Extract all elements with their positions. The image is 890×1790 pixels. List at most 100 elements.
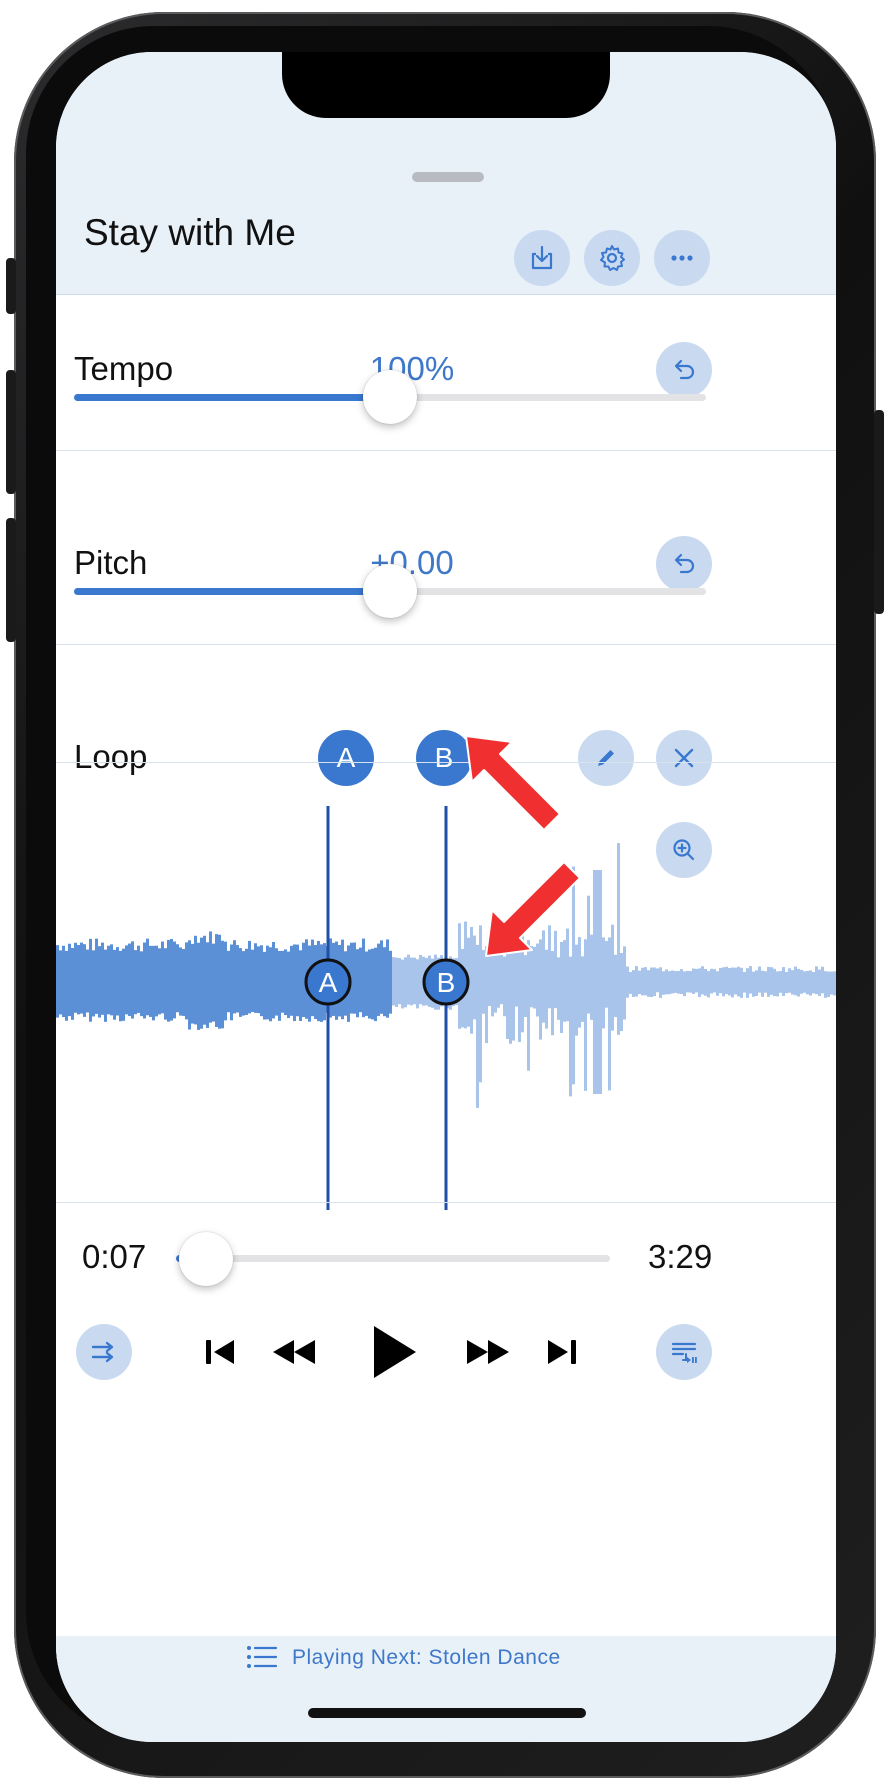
waveform-bar	[650, 967, 653, 998]
pitch-reset-button[interactable]	[656, 536, 712, 592]
rewind-icon[interactable]	[270, 1334, 318, 1370]
waveform-bar	[59, 950, 62, 1015]
waveform-bar	[770, 967, 773, 995]
waveform-bar	[698, 968, 701, 998]
volume-down-button	[6, 518, 16, 642]
waveform-bar	[113, 949, 116, 1020]
waveform-bar	[158, 948, 161, 1015]
waveform-bar	[86, 949, 89, 1013]
waveform-bar	[797, 968, 800, 997]
waveform-bar	[551, 951, 554, 1036]
waveform-bar	[803, 971, 806, 993]
fast-forward-icon[interactable]	[464, 1334, 512, 1370]
waveform-bar	[749, 966, 752, 994]
edit-loop-button[interactable]	[578, 730, 634, 786]
pencil-icon	[598, 750, 614, 766]
waveform-bar	[68, 943, 71, 1017]
waveform-bar	[395, 957, 398, 1008]
download-button[interactable]	[514, 230, 570, 286]
waveform-bar	[641, 967, 644, 996]
waveform-bar	[107, 945, 110, 1015]
zoom-in-icon	[673, 839, 695, 861]
waveform-bar	[122, 948, 125, 1021]
more-button[interactable]	[654, 230, 710, 286]
more-icon	[671, 255, 693, 261]
queue-button[interactable]	[656, 1324, 712, 1380]
waveform-bar	[671, 970, 674, 994]
clear-loop-button[interactable]	[656, 730, 712, 786]
download-icon	[531, 245, 553, 270]
waveform-bar	[683, 971, 686, 997]
playing-next-bar[interactable]: Playing Next: Stolen Dance	[56, 1636, 836, 1742]
waveform-bar	[716, 971, 719, 996]
waveform-bar	[815, 966, 818, 995]
settings-button[interactable]	[584, 230, 640, 286]
waveform-bar	[710, 968, 713, 994]
waveform-bar	[215, 934, 218, 1027]
play-icon[interactable]	[368, 1322, 420, 1382]
undo-icon	[674, 359, 695, 380]
waveform-bar	[233, 940, 236, 1014]
waveform-bar	[167, 939, 170, 1022]
waveform-bar	[164, 948, 167, 1020]
waveform-bar	[608, 937, 611, 1091]
volume-up-button	[6, 370, 16, 494]
sheet-drag-handle[interactable]	[412, 172, 484, 182]
progress-track[interactable]	[176, 1255, 610, 1262]
waveform-bar	[665, 969, 668, 995]
waveform-bar	[209, 931, 212, 1023]
waveform-bar	[83, 944, 86, 1017]
waveform-bar	[254, 943, 257, 1013]
waveform-bar	[170, 939, 173, 1021]
waveform-bar	[125, 945, 128, 1015]
waveform-bar	[557, 957, 560, 1020]
elapsed-time: 0:07	[82, 1238, 147, 1275]
waveform-bar	[731, 967, 734, 998]
shuffle-button[interactable]	[76, 1324, 132, 1380]
waveform-bar	[656, 968, 659, 993]
notch	[282, 52, 610, 118]
waveform-bar	[638, 970, 641, 995]
progress-thumb[interactable]	[179, 1232, 234, 1286]
waveform-bar	[182, 948, 185, 1016]
waveform-bar	[269, 947, 272, 1022]
waveform-bar	[779, 971, 782, 993]
home-indicator[interactable]	[308, 1708, 586, 1718]
waveform-bar	[659, 967, 662, 998]
waveform-bar	[218, 934, 221, 1029]
waveform-bar	[260, 945, 263, 1017]
close-icon	[674, 748, 694, 768]
waveform-bar	[95, 938, 98, 1014]
waveform-bar	[719, 968, 722, 994]
list-icon	[247, 1646, 278, 1668]
zoom-in-button[interactable]	[656, 822, 712, 878]
waveform-bar	[227, 950, 230, 1013]
waveform-bar	[689, 971, 692, 993]
waveform-bar	[257, 946, 260, 1014]
waveform-bar	[419, 954, 422, 1005]
waveform-bar	[356, 949, 359, 1018]
waveform-bar	[131, 941, 134, 1019]
waveform-bar	[821, 966, 824, 994]
loop-a-marker[interactable]: A	[304, 958, 352, 1006]
tempo-slider-thumb[interactable]	[363, 370, 417, 424]
tempo-label: Tempo	[74, 350, 174, 387]
waveform-bar	[752, 971, 755, 997]
skip-back-icon[interactable]	[202, 1334, 238, 1370]
waveform-bar	[806, 970, 809, 995]
divider	[56, 450, 836, 451]
waveform-bar	[416, 959, 419, 1009]
loop-b-marker[interactable]: B	[422, 958, 470, 1006]
waveform-bar	[206, 942, 209, 1028]
waveform-bar	[146, 938, 149, 1016]
skip-forward-icon[interactable]	[544, 1334, 580, 1370]
waveform-bar	[80, 942, 83, 1014]
pitch-slider-thumb[interactable]	[363, 564, 417, 618]
waveform[interactable]: A B	[56, 800, 836, 1216]
annotation-arrow	[485, 861, 581, 957]
waveform-bar	[365, 951, 368, 1016]
waveform-bar	[272, 941, 275, 1019]
loop-a-button[interactable]: A	[318, 730, 374, 786]
waveform-bar	[626, 966, 629, 998]
tempo-reset-button[interactable]	[656, 342, 712, 398]
